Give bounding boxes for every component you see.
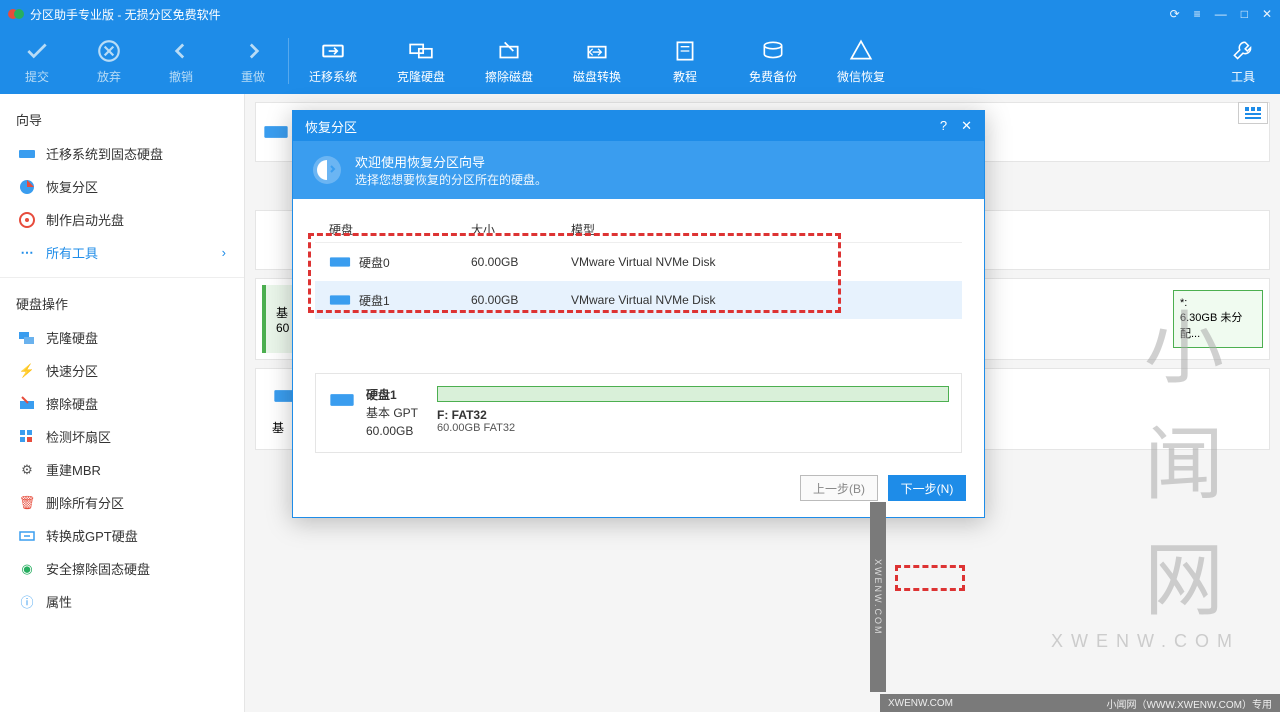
ssd-icon (18, 145, 36, 163)
main-toolbar: 提交 放弃 撤销 重做 迁移系统 克隆硬盘 擦除磁盘 磁盘转换 教程 免费备份 … (0, 28, 1280, 94)
preview-disk-name: 硬盘1 (366, 386, 418, 404)
trash-icon: 🗑 (18, 494, 36, 512)
tools-button[interactable]: 工具 (1216, 38, 1270, 85)
pie-icon (18, 178, 36, 196)
disk-icon (329, 254, 351, 270)
sidebar-item-delete-all[interactable]: 🗑删除所有分区 (0, 486, 244, 519)
view-toggle-button[interactable] (1238, 102, 1268, 124)
clone-icon (18, 329, 36, 347)
dialog-banner: 欢迎使用恢复分区向导 选择您想要恢复的分区所在的硬盘。 (293, 141, 984, 199)
dialog-header: 恢复分区 ? ✕ (293, 111, 984, 141)
sidebar-item-clone-disk[interactable]: 克隆硬盘 (0, 321, 244, 354)
info-icon: ⓘ (18, 593, 36, 611)
sidebar: 向导 迁移系统到固态硬盘 恢复分区 制作启动光盘 ⋯所有工具› 硬盘操作 克隆硬… (0, 94, 245, 712)
shield-icon: ◉ (18, 560, 36, 578)
convert-icon (18, 527, 36, 545)
table-row[interactable]: 硬盘1 60.00GB VMware Virtual NVMe Disk (315, 281, 962, 319)
menu-icon[interactable]: ≡ (1194, 7, 1201, 21)
sidebar-item-rebuild-mbr[interactable]: ⚙重建MBR (0, 453, 244, 486)
sidebar-item-wipe-disk[interactable]: 擦除硬盘 (0, 387, 244, 420)
dots-icon: ⋯ (18, 244, 36, 262)
sidebar-item-recover-partition[interactable]: 恢复分区 (0, 170, 244, 203)
col-size: 大小 (471, 221, 571, 238)
partition-sub: 60.00GB FAT32 (437, 422, 949, 434)
minimize-icon[interactable]: — (1215, 7, 1227, 21)
discard-button[interactable]: 放弃 (82, 38, 136, 85)
disk-convert-button[interactable]: 磁盘转换 (567, 38, 627, 85)
wechat-recover-button[interactable]: 微信恢复 (831, 38, 891, 85)
wizard-icon (311, 154, 343, 186)
grid-icon (18, 428, 36, 446)
unallocated-block[interactable]: *: 6.30GB 未分配... (1173, 290, 1263, 348)
banner-title: 欢迎使用恢复分区向导 (355, 152, 547, 171)
help-icon[interactable]: ? (940, 118, 947, 134)
disk-icon (328, 386, 356, 414)
preview-disk-size: 60.00GB (366, 422, 418, 440)
sidebar-item-secure-erase-ssd[interactable]: ◉安全擦除固态硬盘 (0, 552, 244, 585)
disc-icon (18, 211, 36, 229)
sidebar-item-bootable-disc[interactable]: 制作启动光盘 (0, 203, 244, 236)
partition-bar[interactable] (437, 386, 949, 402)
chevron-right-icon: › (222, 245, 226, 260)
sidebar-item-bad-sector[interactable]: 检测坏扇区 (0, 420, 244, 453)
window-title: 分区助手专业版 - 无损分区免费软件 (30, 6, 1170, 23)
maximize-icon[interactable]: □ (1241, 7, 1248, 21)
prev-button[interactable]: 上一步(B) (800, 475, 878, 501)
gear-icon: ⚙ (18, 461, 36, 479)
disk-preview: 硬盘1 基本 GPT 60.00GB F: FAT32 60.00GB FAT3… (315, 373, 962, 453)
sidebar-item-all-tools[interactable]: ⋯所有工具› (0, 236, 244, 269)
partition-label: F: FAT32 (437, 408, 949, 422)
sidebar-item-quick-partition[interactable]: ⚡快速分区 (0, 354, 244, 387)
table-header: 硬盘 大小 模型 (315, 217, 962, 243)
titlebar: 分区助手专业版 - 无损分区免费软件 ⟳ ≡ — □ ✕ (0, 0, 1280, 28)
col-model: 模型 (571, 221, 956, 238)
table-row[interactable]: 硬盘0 60.00GB VMware Virtual NVMe Disk (315, 243, 962, 281)
next-button[interactable]: 下一步(N) (888, 475, 966, 501)
banner-subtitle: 选择您想要恢复的分区所在的硬盘。 (355, 171, 547, 188)
recover-partition-dialog: 恢复分区 ? ✕ 欢迎使用恢复分区向导 选择您想要恢复的分区所在的硬盘。 硬盘 … (292, 110, 985, 518)
redo-button[interactable]: 重做 (226, 38, 280, 85)
migrate-os-button[interactable]: 迁移系统 (303, 38, 363, 85)
wipe-disk-button[interactable]: 擦除磁盘 (479, 38, 539, 85)
unalloc-size: 6.30GB 未分配... (1180, 309, 1256, 341)
col-disk: 硬盘 (321, 221, 471, 238)
disk-icon (262, 118, 290, 146)
commit-button[interactable]: 提交 (10, 38, 64, 85)
close-icon[interactable]: ✕ (1262, 7, 1272, 21)
sidebar-item-migrate-ssd[interactable]: 迁移系统到固态硬盘 (0, 137, 244, 170)
unalloc-label: *: (1180, 297, 1256, 309)
tutorial-button[interactable]: 教程 (655, 38, 715, 85)
window-controls: ⟳ ≡ — □ ✕ (1170, 7, 1272, 21)
refresh-icon[interactable]: ⟳ (1170, 7, 1180, 21)
app-logo-icon (8, 6, 24, 22)
sidebar-item-convert-gpt[interactable]: 转换成GPT硬盘 (0, 519, 244, 552)
wizard-section-title: 向导 (0, 102, 244, 137)
clone-disk-button[interactable]: 克隆硬盘 (391, 38, 451, 85)
backup-button[interactable]: 免费备份 (743, 38, 803, 85)
sidebar-item-properties[interactable]: ⓘ属性 (0, 585, 244, 618)
eraser-icon (18, 395, 36, 413)
bolt-icon: ⚡ (18, 362, 36, 380)
disk-icon (329, 292, 351, 308)
undo-button[interactable]: 撤销 (154, 38, 208, 85)
ops-section-title: 硬盘操作 (0, 286, 244, 321)
dialog-title: 恢复分区 (305, 117, 940, 136)
dialog-close-icon[interactable]: ✕ (961, 118, 972, 134)
preview-disk-type: 基本 GPT (366, 404, 418, 422)
